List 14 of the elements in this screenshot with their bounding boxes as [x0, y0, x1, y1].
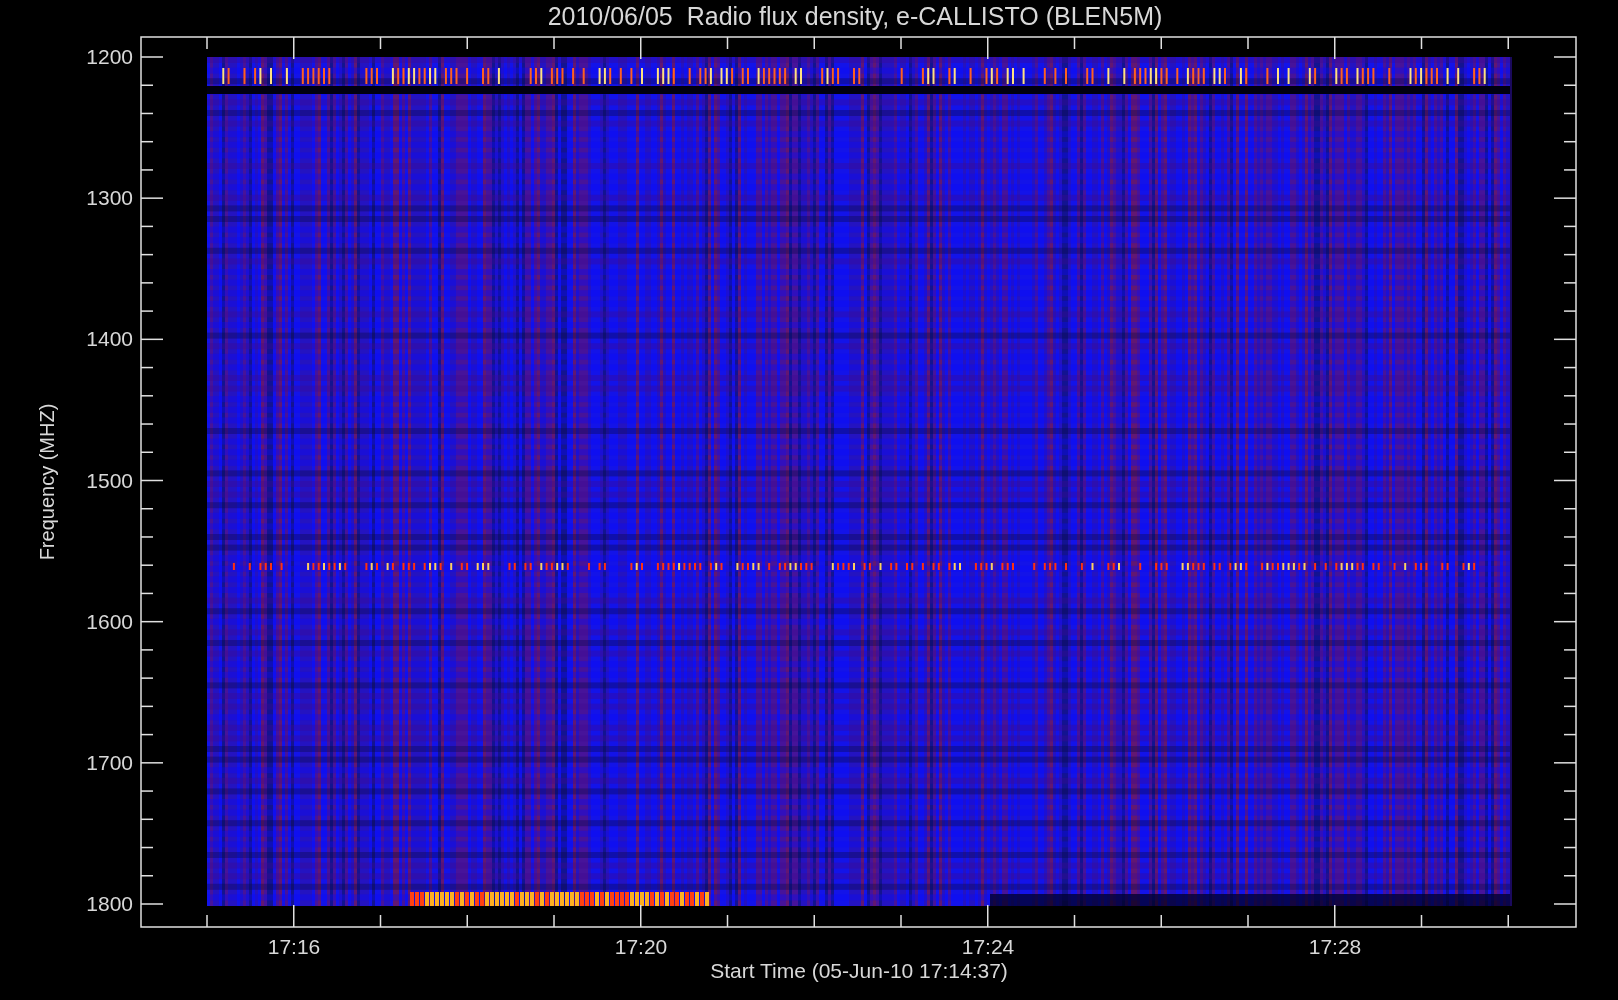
- y-tick-label: 1200: [86, 45, 133, 68]
- x-tick-label: 17:28: [1308, 935, 1362, 958]
- x-tick-label: 17:20: [614, 935, 668, 958]
- x-tick-label: 17:16: [267, 935, 321, 958]
- y-tick-label: 1600: [86, 609, 133, 633]
- y-axis-title: Frequency (MHZ): [36, 403, 58, 561]
- x-axis-title: Start Time (05-Jun-10 17:14:37): [710, 959, 1008, 982]
- y-tick-label: 1400: [86, 327, 133, 351]
- x-tick-label: 17:24: [961, 935, 1015, 958]
- chart-title: 2010/06/05 Radio flux density, e-CALLISTO (BLEN5M): [547, 2, 1163, 30]
- y-tick-label: 1300: [86, 186, 133, 210]
- y-tick-label: 1500: [86, 468, 133, 492]
- y-tick-label: 1700: [86, 750, 133, 774]
- y-tick-label: 1800: [86, 892, 133, 915]
